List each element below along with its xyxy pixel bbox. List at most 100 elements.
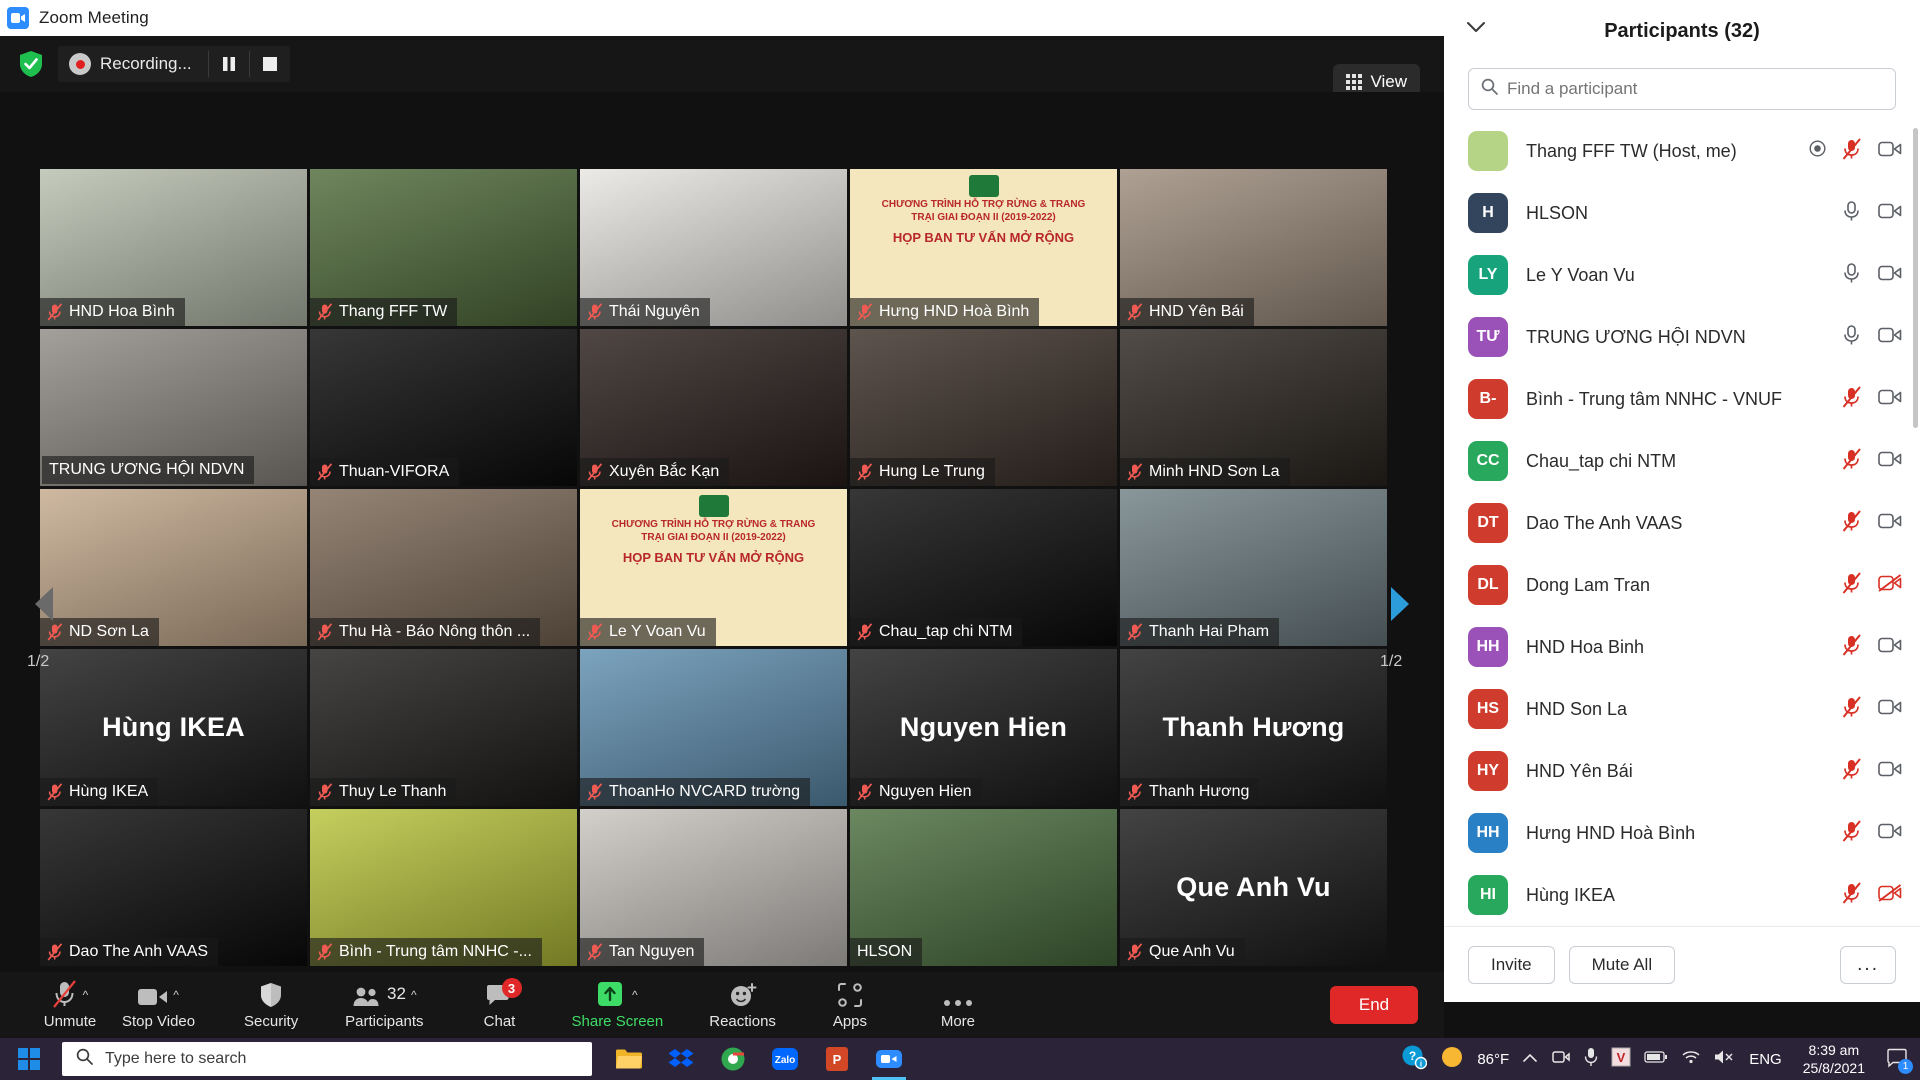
video-on-icon[interactable] bbox=[1878, 388, 1902, 411]
video-tile[interactable]: Thu Hà - Báo Nông thôn ... bbox=[310, 489, 577, 646]
video-on-icon[interactable] bbox=[1878, 202, 1902, 225]
chevron-down-icon[interactable] bbox=[1466, 20, 1486, 38]
video-tile[interactable]: Hung Le Trung bbox=[850, 329, 1117, 486]
video-on-icon[interactable] bbox=[1878, 140, 1902, 163]
mic-muted-icon[interactable] bbox=[1842, 385, 1862, 413]
participant-row[interactable]: HS HND Son La bbox=[1444, 678, 1920, 740]
microphone-icon[interactable] bbox=[1584, 1047, 1598, 1072]
video-tile[interactable]: HLSON bbox=[850, 809, 1117, 966]
video-tile[interactable]: CHƯƠNG TRÌNH HỖ TRỢ RỪNG & TRANG TRẠI GIA… bbox=[850, 169, 1117, 326]
video-on-icon[interactable] bbox=[1878, 822, 1902, 845]
file-explorer-icon[interactable] bbox=[606, 1038, 652, 1080]
video-tile[interactable]: Thuan-VIFORA bbox=[310, 329, 577, 486]
participant-row[interactable]: CC Chau_tap chi NTM bbox=[1444, 430, 1920, 492]
video-on-icon[interactable] bbox=[1878, 264, 1902, 287]
wifi-icon[interactable] bbox=[1681, 1049, 1701, 1070]
video-on-icon[interactable] bbox=[1878, 326, 1902, 349]
video-on-icon[interactable] bbox=[1878, 760, 1902, 783]
taskbar-clock[interactable]: 8:39 am 25/8/2021 bbox=[1795, 1041, 1873, 1077]
chevron-up-icon[interactable]: ^ bbox=[632, 988, 638, 1002]
video-off-icon[interactable] bbox=[1878, 883, 1902, 907]
chevron-up-icon[interactable]: ^ bbox=[83, 988, 89, 1002]
help-info-icon[interactable]: ? i bbox=[1401, 1044, 1428, 1075]
video-tile[interactable]: Nguyen Hien Nguyen Hien bbox=[850, 649, 1117, 806]
participant-row[interactable]: Thang FFF TW (Host, me) bbox=[1444, 120, 1920, 182]
chevron-up-icon[interactable] bbox=[1522, 1050, 1538, 1068]
gallery-next-button[interactable] bbox=[1378, 564, 1422, 644]
participant-row[interactable]: HH HND Hoa Binh bbox=[1444, 616, 1920, 678]
video-tile[interactable]: Tan Nguyen bbox=[580, 809, 847, 966]
video-on-icon[interactable] bbox=[1878, 450, 1902, 473]
notification-icon[interactable]: 1 bbox=[1886, 1047, 1913, 1074]
weather-temperature[interactable]: 86°F bbox=[1477, 1051, 1509, 1068]
stop-icon[interactable] bbox=[250, 46, 290, 82]
participant-search-box[interactable] bbox=[1468, 68, 1896, 110]
participants-more-button[interactable]: ... bbox=[1840, 945, 1896, 984]
camera-icon[interactable] bbox=[1551, 1048, 1571, 1071]
video-tile[interactable]: HND Yên Bái bbox=[1120, 169, 1387, 326]
pause-icon[interactable] bbox=[209, 46, 249, 82]
video-tile[interactable]: Hùng IKEA Hùng IKEA bbox=[40, 649, 307, 806]
video-tile[interactable]: Thuy Le Thanh bbox=[310, 649, 577, 806]
participant-row[interactable]: TƯ TRUNG ƯƠNG HỘI NDVN bbox=[1444, 306, 1920, 368]
mic-muted-icon[interactable] bbox=[1842, 571, 1862, 599]
sun-icon[interactable] bbox=[1440, 1045, 1464, 1074]
dropbox-icon[interactable] bbox=[658, 1038, 704, 1080]
gallery-prev-button[interactable] bbox=[22, 564, 66, 644]
reactions-button[interactable]: Reactions bbox=[699, 972, 786, 1038]
powerpoint-icon[interactable]: P bbox=[814, 1038, 860, 1080]
video-tile[interactable]: ND Sơn La bbox=[40, 489, 307, 646]
participants-scrollbar[interactable] bbox=[1913, 128, 1918, 428]
mute-all-button[interactable]: Mute All bbox=[1568, 945, 1676, 984]
video-tile[interactable]: HND Hoa Bình bbox=[40, 169, 307, 326]
zalo-icon[interactable]: Zalo bbox=[762, 1038, 808, 1080]
mic-muted-icon[interactable] bbox=[1842, 633, 1862, 661]
v-app-icon[interactable]: V bbox=[1611, 1047, 1631, 1072]
mic-muted-icon[interactable] bbox=[1842, 509, 1862, 537]
participant-row[interactable]: HI Hùng IKEA bbox=[1444, 864, 1920, 926]
chat-button[interactable]: 3 Chat bbox=[458, 972, 542, 1038]
battery-icon[interactable] bbox=[1644, 1050, 1668, 1069]
video-tile[interactable]: Bình - Trung tâm NNHC -... bbox=[310, 809, 577, 966]
end-meeting-button[interactable]: End bbox=[1330, 986, 1418, 1024]
mic-muted-icon[interactable] bbox=[1842, 881, 1862, 909]
more-button[interactable]: More bbox=[916, 972, 1000, 1038]
mic-on-icon[interactable] bbox=[1842, 324, 1862, 351]
video-on-icon[interactable] bbox=[1878, 698, 1902, 721]
video-on-icon[interactable] bbox=[1878, 636, 1902, 659]
video-tile[interactable]: Xuyên Bắc Kạn bbox=[580, 329, 847, 486]
mic-on-icon[interactable] bbox=[1842, 262, 1862, 289]
mic-muted-icon[interactable] bbox=[1842, 137, 1862, 165]
zoom-icon[interactable] bbox=[866, 1038, 912, 1080]
video-off-icon[interactable] bbox=[1878, 573, 1902, 597]
video-tile[interactable]: ThoanHo NVCARD trường bbox=[580, 649, 847, 806]
chevron-up-icon[interactable]: ^ bbox=[173, 988, 179, 1002]
mic-muted-icon[interactable] bbox=[1842, 819, 1862, 847]
start-button[interactable] bbox=[0, 1038, 58, 1080]
video-tile[interactable]: Thanh Hai Pham bbox=[1120, 489, 1387, 646]
video-tile[interactable]: CHƯƠNG TRÌNH HỖ TRỢ RỪNG & TRANG TRẠI GIA… bbox=[580, 489, 847, 646]
participant-row[interactable]: DT Dao The Anh VAAS bbox=[1444, 492, 1920, 554]
participant-row[interactable]: LY Le Y Voan Vu bbox=[1444, 244, 1920, 306]
security-button[interactable]: Security bbox=[229, 972, 313, 1038]
video-tile[interactable]: Thang FFF TW bbox=[310, 169, 577, 326]
unmute-button[interactable]: ^ Unmute bbox=[28, 972, 112, 1038]
mic-muted-icon[interactable] bbox=[1842, 447, 1862, 475]
language-indicator[interactable]: ENG bbox=[1749, 1051, 1782, 1068]
video-tile[interactable]: Thái Nguyên bbox=[580, 169, 847, 326]
video-tile[interactable]: Chau_tap chi NTM bbox=[850, 489, 1117, 646]
video-on-icon[interactable] bbox=[1878, 512, 1902, 535]
mic-muted-icon[interactable] bbox=[1842, 695, 1862, 723]
participants-list[interactable]: Thang FFF TW (Host, me) H HLSON LY Le Y Voan… bbox=[1444, 120, 1920, 926]
taskbar-search-box[interactable]: Type here to search bbox=[62, 1042, 592, 1076]
chevron-up-icon[interactable]: ^ bbox=[411, 988, 417, 1002]
participant-row[interactable]: B- Bình - Trung tâm NNHC - VNUF bbox=[1444, 368, 1920, 430]
browser-icon[interactable] bbox=[710, 1038, 756, 1080]
search-input[interactable] bbox=[1507, 79, 1883, 99]
mic-muted-icon[interactable] bbox=[1842, 757, 1862, 785]
stop-video-button[interactable]: ^ Stop Video bbox=[112, 972, 205, 1038]
video-tile[interactable]: TRUNG ƯƠNG HỘI NDVN bbox=[40, 329, 307, 486]
participant-row[interactable]: HH Hưng HND Hoà Bình bbox=[1444, 802, 1920, 864]
share-screen-button[interactable]: ^ Share Screen bbox=[562, 972, 674, 1038]
apps-button[interactable]: Apps bbox=[808, 972, 892, 1038]
